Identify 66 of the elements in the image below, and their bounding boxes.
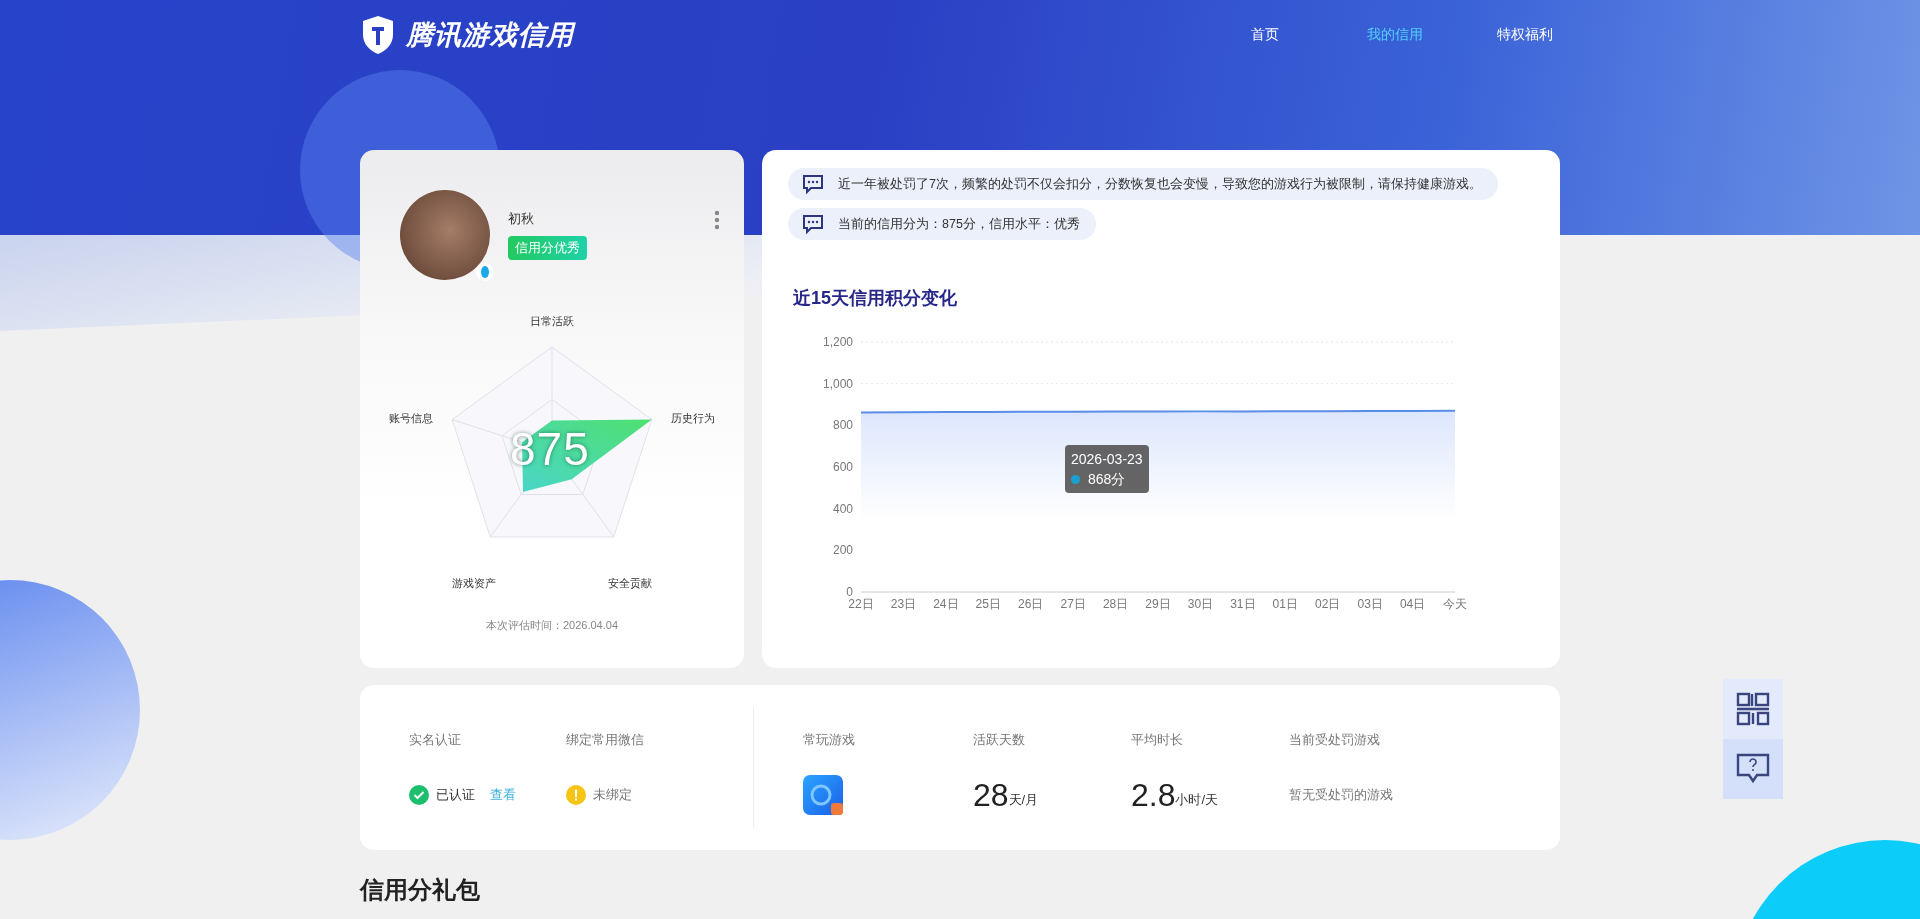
nav-link[interactable]: 首页 xyxy=(1200,26,1330,44)
qr-code-button[interactable] xyxy=(1723,679,1783,739)
help-bubble-icon xyxy=(1736,753,1770,785)
evaluation-time: 本次评估时间：2026.04.04 xyxy=(485,618,619,633)
view-link[interactable]: 查看 xyxy=(490,786,516,804)
x-axis-label: 28日 xyxy=(1102,597,1129,611)
help-button[interactable] xyxy=(1723,739,1783,799)
game-icon[interactable] xyxy=(803,775,843,815)
radar-axis-label: 安全贡献 xyxy=(608,577,652,589)
x-axis-label: 24日 xyxy=(933,597,959,611)
x-axis-label: 25日 xyxy=(975,597,1001,611)
stat-value: 28 xyxy=(973,776,1009,814)
x-axis-label: 30日 xyxy=(1187,597,1214,611)
x-axis-label: 31日 xyxy=(1230,597,1256,611)
notice-text: 当前的信用分为：875分，信用水平：优秀 xyxy=(838,215,1080,233)
y-axis-label: 400 xyxy=(832,501,853,516)
credit-level-badge: 信用分优秀 xyxy=(508,236,587,260)
stat-unit: 小时/天 xyxy=(1175,792,1219,809)
stat-label: 平均时长 xyxy=(1131,731,1184,749)
x-axis-label: 27日 xyxy=(1060,597,1086,611)
x-axis-label: 29日 xyxy=(1145,597,1171,611)
nav-link[interactable]: 我的信用 xyxy=(1330,26,1460,44)
series-dot xyxy=(1071,474,1080,484)
message-icon xyxy=(802,174,824,194)
check-circle-icon xyxy=(409,785,429,805)
x-axis-label: 03日 xyxy=(1357,597,1383,611)
radar-axis-label: 日常活跃 xyxy=(530,315,574,327)
y-axis-label: 200 xyxy=(832,543,853,558)
shield-logo-icon xyxy=(360,15,396,55)
account-status: 已认证 xyxy=(436,786,475,804)
user-name: 初秋 xyxy=(508,210,534,228)
y-axis-label: 800 xyxy=(832,418,853,433)
section-title: 信用分礼包 xyxy=(360,876,481,904)
more-icon[interactable] xyxy=(714,210,720,230)
account-status: 未绑定 xyxy=(593,786,632,804)
radar-axis-label: 游戏资产 xyxy=(452,577,496,589)
x-axis-label: 26日 xyxy=(1018,597,1044,611)
y-axis-label: 1,200 xyxy=(822,335,853,349)
x-axis-label: 02日 xyxy=(1315,597,1341,611)
stat-label: 常玩游戏 xyxy=(803,731,856,749)
stat-unit: 天/月 xyxy=(1008,791,1039,809)
radar-axis-label: 历史行为 xyxy=(671,412,715,424)
radar-axis-label: 账号信息 xyxy=(389,412,433,424)
stat-value: 2.8 xyxy=(1131,776,1176,814)
x-axis-label: 今天 xyxy=(1443,597,1467,611)
account-label: 实名认证 xyxy=(409,731,462,749)
nav-link[interactable]: 特权福利 xyxy=(1460,26,1590,44)
y-axis-label: 600 xyxy=(832,460,853,474)
x-axis-label: 23日 xyxy=(890,597,917,611)
notice-text: 近一年被处罚了7次，频繁的处罚不仅会扣分，分数恢复也会变慢，导致您的游戏行为被限制，请保持健康游戏。 xyxy=(838,175,1482,193)
x-axis-label: 04日 xyxy=(1399,597,1426,611)
qr-code-icon xyxy=(1736,692,1770,726)
y-axis-label: 0 xyxy=(846,585,853,599)
y-axis-label: 1,000 xyxy=(822,376,853,391)
site-logo-text: 腾讯游戏信用 xyxy=(406,19,574,52)
x-axis-label: 22日 xyxy=(848,597,874,611)
stat-value: 暂无受处罚的游戏 xyxy=(1289,786,1393,804)
stat-label: 当前受处罚游戏 xyxy=(1289,731,1381,749)
message-icon xyxy=(802,214,824,234)
warning-icon xyxy=(566,785,586,805)
chart-title: 近15天信用积分变化 xyxy=(793,287,958,310)
account-label: 绑定常用微信 xyxy=(566,731,645,749)
stat-label: 活跃天数 xyxy=(973,731,1026,749)
x-axis-label: 01日 xyxy=(1272,597,1298,611)
tooltip-value: 868分 xyxy=(1088,470,1126,489)
tooltip-date: 2026-03-23 xyxy=(1071,450,1143,469)
